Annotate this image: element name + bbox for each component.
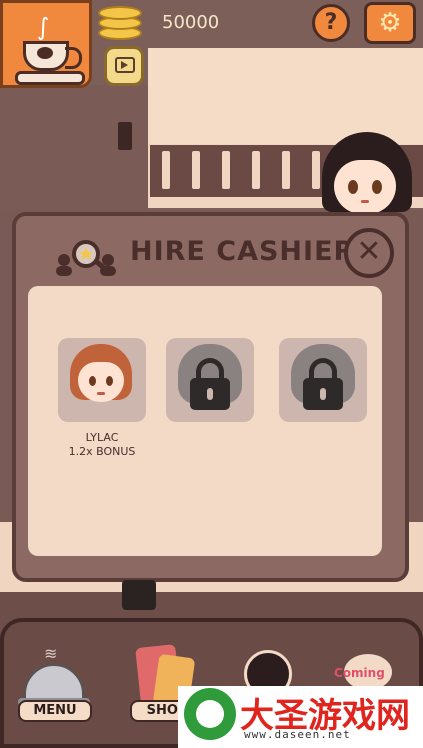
gear-icon: ⚙: [378, 8, 402, 38]
watch-video-button[interactable]: [104, 46, 144, 86]
door-slot: [118, 122, 132, 150]
coin-balance: 50000: [162, 12, 220, 33]
wall-stripe: [148, 48, 423, 144]
close-icon: ✕: [356, 234, 382, 269]
cashier-slot-locked[interactable]: [279, 338, 367, 422]
close-button[interactable]: ✕: [344, 228, 394, 278]
watermark-url: www.daseen.net: [244, 728, 351, 741]
steam-icon: ∫: [37, 13, 50, 41]
lock-icon: [190, 378, 230, 410]
dialog-title: HIRE CASHIER: [130, 236, 356, 267]
cashier-name: LYLAC: [85, 431, 119, 444]
customer-face: [334, 160, 396, 214]
cashier-slot-locked[interactable]: [166, 338, 254, 422]
barista-character: [122, 580, 156, 610]
cashier-bonus: 1.2x BONUS: [68, 445, 136, 458]
coffee-bean-icon: [37, 47, 53, 59]
settings-button[interactable]: ⚙: [364, 2, 416, 44]
search-staff-icon: [56, 240, 116, 276]
nav-coming-label: Coming: [334, 666, 385, 680]
steam-icon: ≋: [44, 644, 58, 663]
help-button[interactable]: ?: [312, 4, 350, 42]
video-icon: [115, 57, 135, 73]
coffee-shop-button[interactable]: ∫: [0, 0, 92, 88]
nav-menu[interactable]: ≋ MENU: [16, 640, 96, 740]
cloche-icon: [24, 664, 84, 700]
coins-icon: [98, 4, 144, 42]
nav-menu-label: MENU: [18, 700, 92, 722]
lock-icon: [303, 378, 343, 410]
watermark-logo-icon: [184, 688, 236, 740]
cashier-slot-lylac[interactable]: [58, 338, 146, 422]
